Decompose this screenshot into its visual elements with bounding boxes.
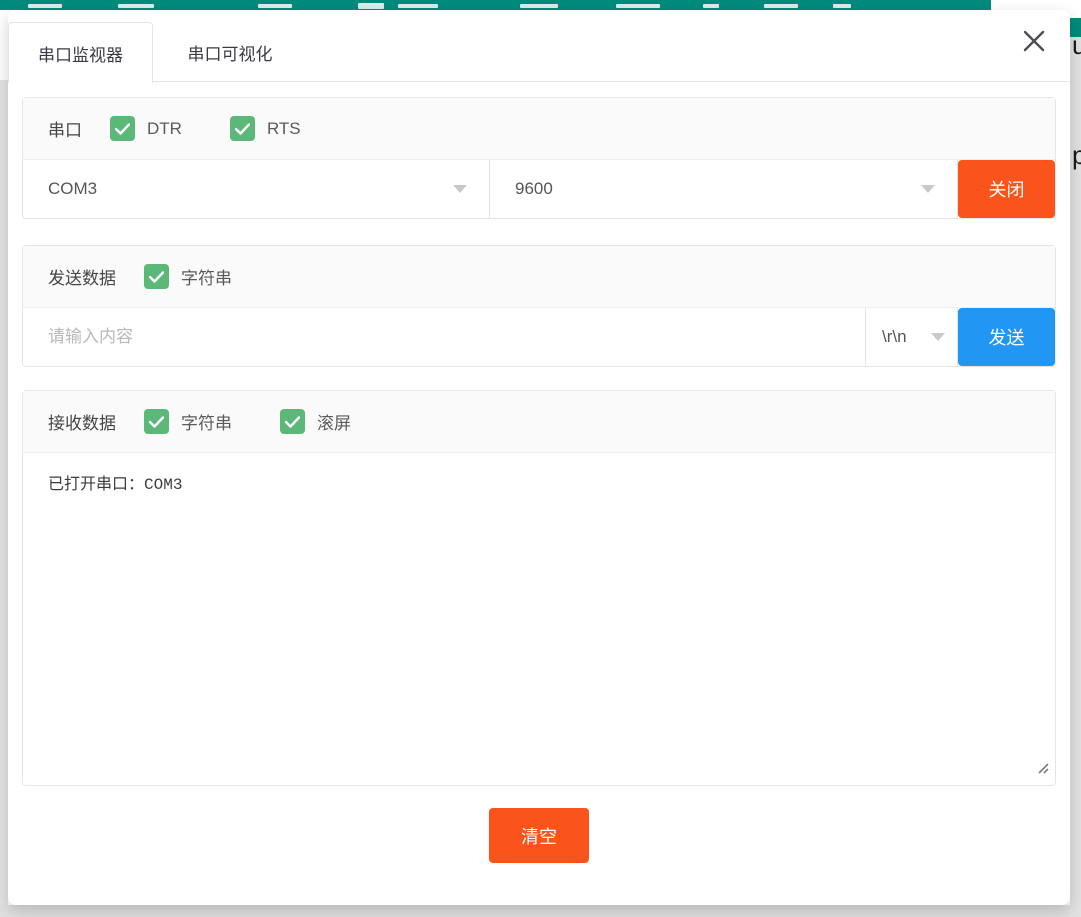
- send-data-row: \r\n 发送: [23, 308, 1055, 366]
- send-input-cell: [23, 308, 866, 366]
- close-port-button[interactable]: 关闭: [958, 160, 1055, 218]
- toolbar-fragment: [764, 4, 798, 8]
- scroll-label: 滚屏: [317, 409, 351, 434]
- toolbar-fragment: [398, 4, 438, 8]
- send-data-label: 发送数据: [48, 264, 116, 289]
- send-data-panel-header: 发送数据 字符串: [23, 246, 1055, 308]
- port-select[interactable]: COM3: [23, 160, 490, 218]
- background-page-sliver: u p: [1070, 0, 1081, 917]
- background-workspace-sliver: [0, 80, 8, 917]
- background-workspace-sliver: [0, 905, 1081, 917]
- rts-checkbox[interactable]: [230, 116, 255, 141]
- tab-serial-monitor[interactable]: 串口监视器: [8, 22, 153, 83]
- scroll-checkbox[interactable]: [280, 409, 305, 434]
- toolbar-fragment: [358, 3, 384, 9]
- background-white-strip: [1070, 0, 1081, 18]
- toolbar-fragment: [703, 4, 719, 8]
- clear-button[interactable]: 清空: [489, 808, 589, 863]
- tab-serial-visualization[interactable]: 串口可视化: [160, 22, 300, 83]
- send-data-panel: 发送数据 字符串 \r\n 发送: [22, 245, 1056, 367]
- receive-data-panel-header: 接收数据 字符串 滚屏: [23, 391, 1055, 453]
- serial-port-panel-header: 串口 DTR RTS: [23, 98, 1055, 160]
- dialog-body: 串口 DTR RTS COM3 9600: [8, 97, 1070, 863]
- chevron-down-icon: [453, 185, 467, 193]
- background-toolbar: [0, 0, 991, 10]
- send-button[interactable]: 发送: [958, 308, 1055, 366]
- line-ending-select[interactable]: \r\n: [866, 308, 958, 366]
- log-line-prefix: 已打开串口：: [48, 476, 144, 493]
- receive-string-label: 字符串: [181, 409, 232, 434]
- resize-handle-icon[interactable]: [1036, 761, 1049, 779]
- baud-select[interactable]: 9600: [490, 160, 958, 218]
- port-select-value: COM3: [48, 179, 97, 199]
- receive-log-textarea[interactable]: 已打开串口：COM3: [23, 453, 1055, 785]
- toolbar-fragment: [258, 4, 292, 8]
- receive-string-checkbox[interactable]: [144, 409, 169, 434]
- toolbar-fragment: [616, 4, 660, 8]
- screen: u p 串口监视器 串口可视化 串口: [0, 0, 1081, 917]
- send-message-input[interactable]: [23, 308, 865, 366]
- chevron-down-icon: [931, 333, 945, 341]
- send-string-label: 字符串: [181, 264, 232, 289]
- serial-monitor-dialog: 串口监视器 串口可视化 串口 DTR: [8, 10, 1070, 905]
- close-icon[interactable]: [1022, 29, 1046, 53]
- serial-port-label: 串口: [48, 116, 82, 141]
- serial-port-row: COM3 9600 关闭: [23, 160, 1055, 218]
- toolbar-fragment: [833, 4, 851, 8]
- dtr-checkbox[interactable]: [110, 116, 135, 141]
- toolbar-fragment: [520, 4, 558, 8]
- background-code-fragment: u: [1072, 32, 1081, 58]
- line-ending-value: \r\n: [882, 327, 907, 347]
- log-line-value: COM3: [144, 476, 182, 494]
- baud-select-value: 9600: [515, 179, 553, 199]
- background-code-fragment: p: [1072, 142, 1081, 168]
- send-string-checkbox[interactable]: [144, 264, 169, 289]
- receive-data-label: 接收数据: [48, 409, 116, 434]
- dtr-label: DTR: [147, 119, 182, 139]
- rts-label: RTS: [267, 119, 301, 139]
- chevron-down-icon: [921, 185, 935, 193]
- clear-button-row: 清空: [22, 808, 1056, 863]
- toolbar-fragment: [28, 4, 62, 8]
- receive-data-panel: 接收数据 字符串 滚屏 已打开串口：COM3: [22, 390, 1056, 786]
- toolbar-fragment: [118, 4, 154, 8]
- dialog-tabbar: 串口监视器 串口可视化: [8, 10, 1070, 82]
- serial-port-panel: 串口 DTR RTS COM3 9600: [22, 97, 1056, 219]
